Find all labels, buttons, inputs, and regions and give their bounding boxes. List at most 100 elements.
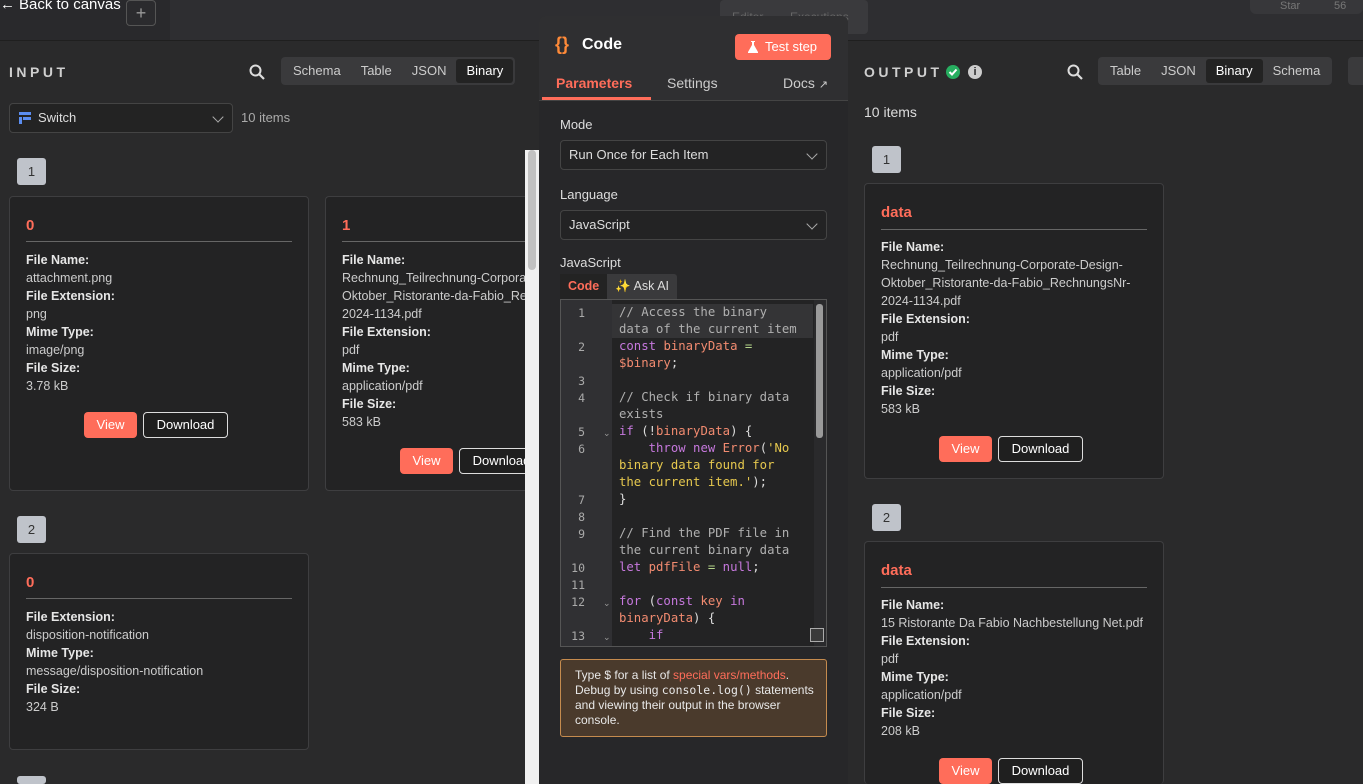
test-step-button[interactable]: Test step [735, 34, 831, 60]
docs-link[interactable]: Docs ↗ [783, 75, 828, 91]
line-number: 1 [578, 306, 585, 320]
back-label: Back to canvas [19, 0, 121, 13]
view-button[interactable]: View [939, 758, 992, 784]
download-button[interactable]: Download [998, 758, 1083, 784]
line-number: 9 [578, 527, 585, 541]
input-item-index: 2 [17, 516, 46, 543]
fold-chevron-icon[interactable]: ⌄ [603, 598, 611, 609]
input-view-schema[interactable]: Schema [283, 59, 351, 83]
node-title[interactable]: Code [582, 36, 622, 54]
output-binary-card: data File Name: Rechnung_Teilrechnung-Cor… [864, 183, 1164, 479]
view-button[interactable]: View [84, 412, 137, 438]
code-text: // Access the binary data of the current… [619, 305, 797, 642]
code-braces-icon: {} [555, 34, 570, 54]
fold-chevron-icon[interactable]: ⌄ [603, 428, 611, 439]
output-item-index: 1 [872, 146, 901, 173]
editor-label: JavaScript [560, 255, 621, 270]
editor-scrollbar[interactable] [814, 300, 826, 646]
input-binary-card: 1 File Name: Rechnung_Teilrechnung-Corpor… [325, 196, 540, 491]
file-extension-field: File Extension: pdf [881, 634, 970, 666]
resize-handle-icon[interactable] [810, 628, 824, 642]
add-button[interactable]: + [126, 0, 156, 26]
divider [881, 229, 1147, 230]
tab-settings[interactable]: Settings [667, 75, 718, 91]
line-number: 3 [578, 374, 585, 388]
language-value: JavaScript [569, 217, 630, 232]
download-button[interactable]: Download [143, 412, 228, 438]
file-name-field: File Name: 15 Ristorante Da Fabio Nachbes… [881, 598, 1143, 630]
binary-key: data [881, 204, 912, 221]
mode-label: Mode [560, 117, 593, 132]
code-tabs: Code ✨ Ask AI [560, 274, 678, 299]
fold-chevron-icon[interactable]: ⌄ [603, 632, 611, 643]
divider [881, 587, 1147, 588]
tab-ask-ai[interactable]: ✨ Ask AI [607, 274, 677, 299]
binary-key: 0 [26, 217, 35, 234]
pin-data-button[interactable] [1348, 57, 1363, 85]
download-button[interactable]: Download [998, 436, 1083, 462]
divider [26, 598, 292, 599]
input-scrollbar[interactable] [525, 150, 540, 784]
divider [342, 241, 540, 242]
tab-parameters[interactable]: Parameters [556, 75, 632, 91]
line-number: 7 [578, 493, 585, 507]
input-node-select[interactable]: Switch [9, 103, 233, 133]
output-item-index: 2 [872, 504, 901, 531]
github-star-button[interactable]: Star 56 [1250, 0, 1363, 14]
view-button[interactable]: View [939, 436, 992, 462]
view-button[interactable]: View [400, 448, 453, 474]
switch-node-icon [19, 112, 31, 124]
language-select[interactable]: JavaScript [560, 210, 827, 240]
output-view-json[interactable]: JSON [1151, 59, 1206, 83]
flask-icon [748, 41, 758, 53]
output-binary-card: data File Name: 15 Ristorante Da Fabio Na… [864, 541, 1164, 784]
scrollbar-thumb[interactable] [528, 150, 536, 270]
divider [26, 241, 292, 242]
input-view-binary[interactable]: Binary [456, 59, 514, 83]
line-number: 4 [578, 391, 585, 405]
mode-select[interactable]: Run Once for Each Item [560, 140, 827, 170]
input-view-json[interactable]: JSON [402, 59, 457, 83]
file-extension-field: File Extension: pdf [342, 325, 431, 357]
output-view-table[interactable]: Table [1100, 59, 1151, 83]
chevron-down-icon [212, 111, 224, 123]
line-number: 5 [578, 425, 585, 439]
input-binary-card: 0 File Extension: disposition-notificatio… [9, 553, 309, 750]
mime-type-field: Mime Type: application/pdf [342, 361, 423, 393]
line-number: 2 [578, 340, 585, 354]
star-label: Star [1280, 0, 1301, 12]
code-editor[interactable]: 1 2 3 4 5 6 7 8 9 10 11 12 13 ⌄ ⌄ ⌄ // A… [560, 299, 827, 647]
tab-code[interactable]: Code [560, 274, 608, 299]
code-node-panel: {} Code Test step Parameters Settings Do… [539, 16, 848, 784]
input-item-index: 1 [17, 158, 46, 185]
back-to-canvas-link[interactable]: ← Back to canvas [0, 0, 121, 13]
input-binary-card: 0 File Name: attachment.png File Extensio… [9, 196, 309, 491]
line-number: 10 [571, 561, 585, 575]
success-check-icon [946, 65, 960, 79]
search-icon[interactable] [1066, 63, 1084, 81]
file-name-field: File Name:Rechnung_Teilrechnung-Corporat… [342, 253, 540, 321]
output-view-binary[interactable]: Binary [1205, 59, 1263, 83]
file-name-field: File Name:Rechnung_Teilrechnung-Corporat… [881, 240, 1131, 308]
input-view-table[interactable]: Table [351, 59, 402, 83]
file-size-field: File Size: 3.78 kB [26, 361, 81, 393]
output-view-switcher: Table JSON Binary Schema [1098, 57, 1333, 85]
binary-key: 1 [342, 217, 351, 234]
search-icon[interactable] [248, 63, 266, 81]
output-view-schema[interactable]: Schema [1263, 59, 1331, 83]
file-extension-field: File Extension: disposition-notification [26, 610, 149, 642]
input-view-switcher: Schema Table JSON Binary [281, 57, 516, 85]
special-vars-link[interactable]: special vars/methods [673, 668, 786, 682]
arrow-left-icon: ← [0, 0, 15, 13]
docs-label: Docs [783, 75, 815, 91]
output-title: OUTPUT [864, 64, 943, 80]
language-label: Language [560, 187, 618, 202]
scrollbar-thumb[interactable] [816, 304, 823, 438]
mime-type-field: Mime Type: image/png [26, 325, 94, 357]
chevron-down-icon [806, 218, 818, 230]
mime-type-field: Mime Type: application/pdf [881, 670, 962, 702]
output-items-count: 10 items [864, 104, 917, 120]
star-count: 56 [1334, 0, 1347, 12]
line-number: 6 [578, 442, 585, 456]
info-icon[interactable]: i [968, 65, 982, 79]
